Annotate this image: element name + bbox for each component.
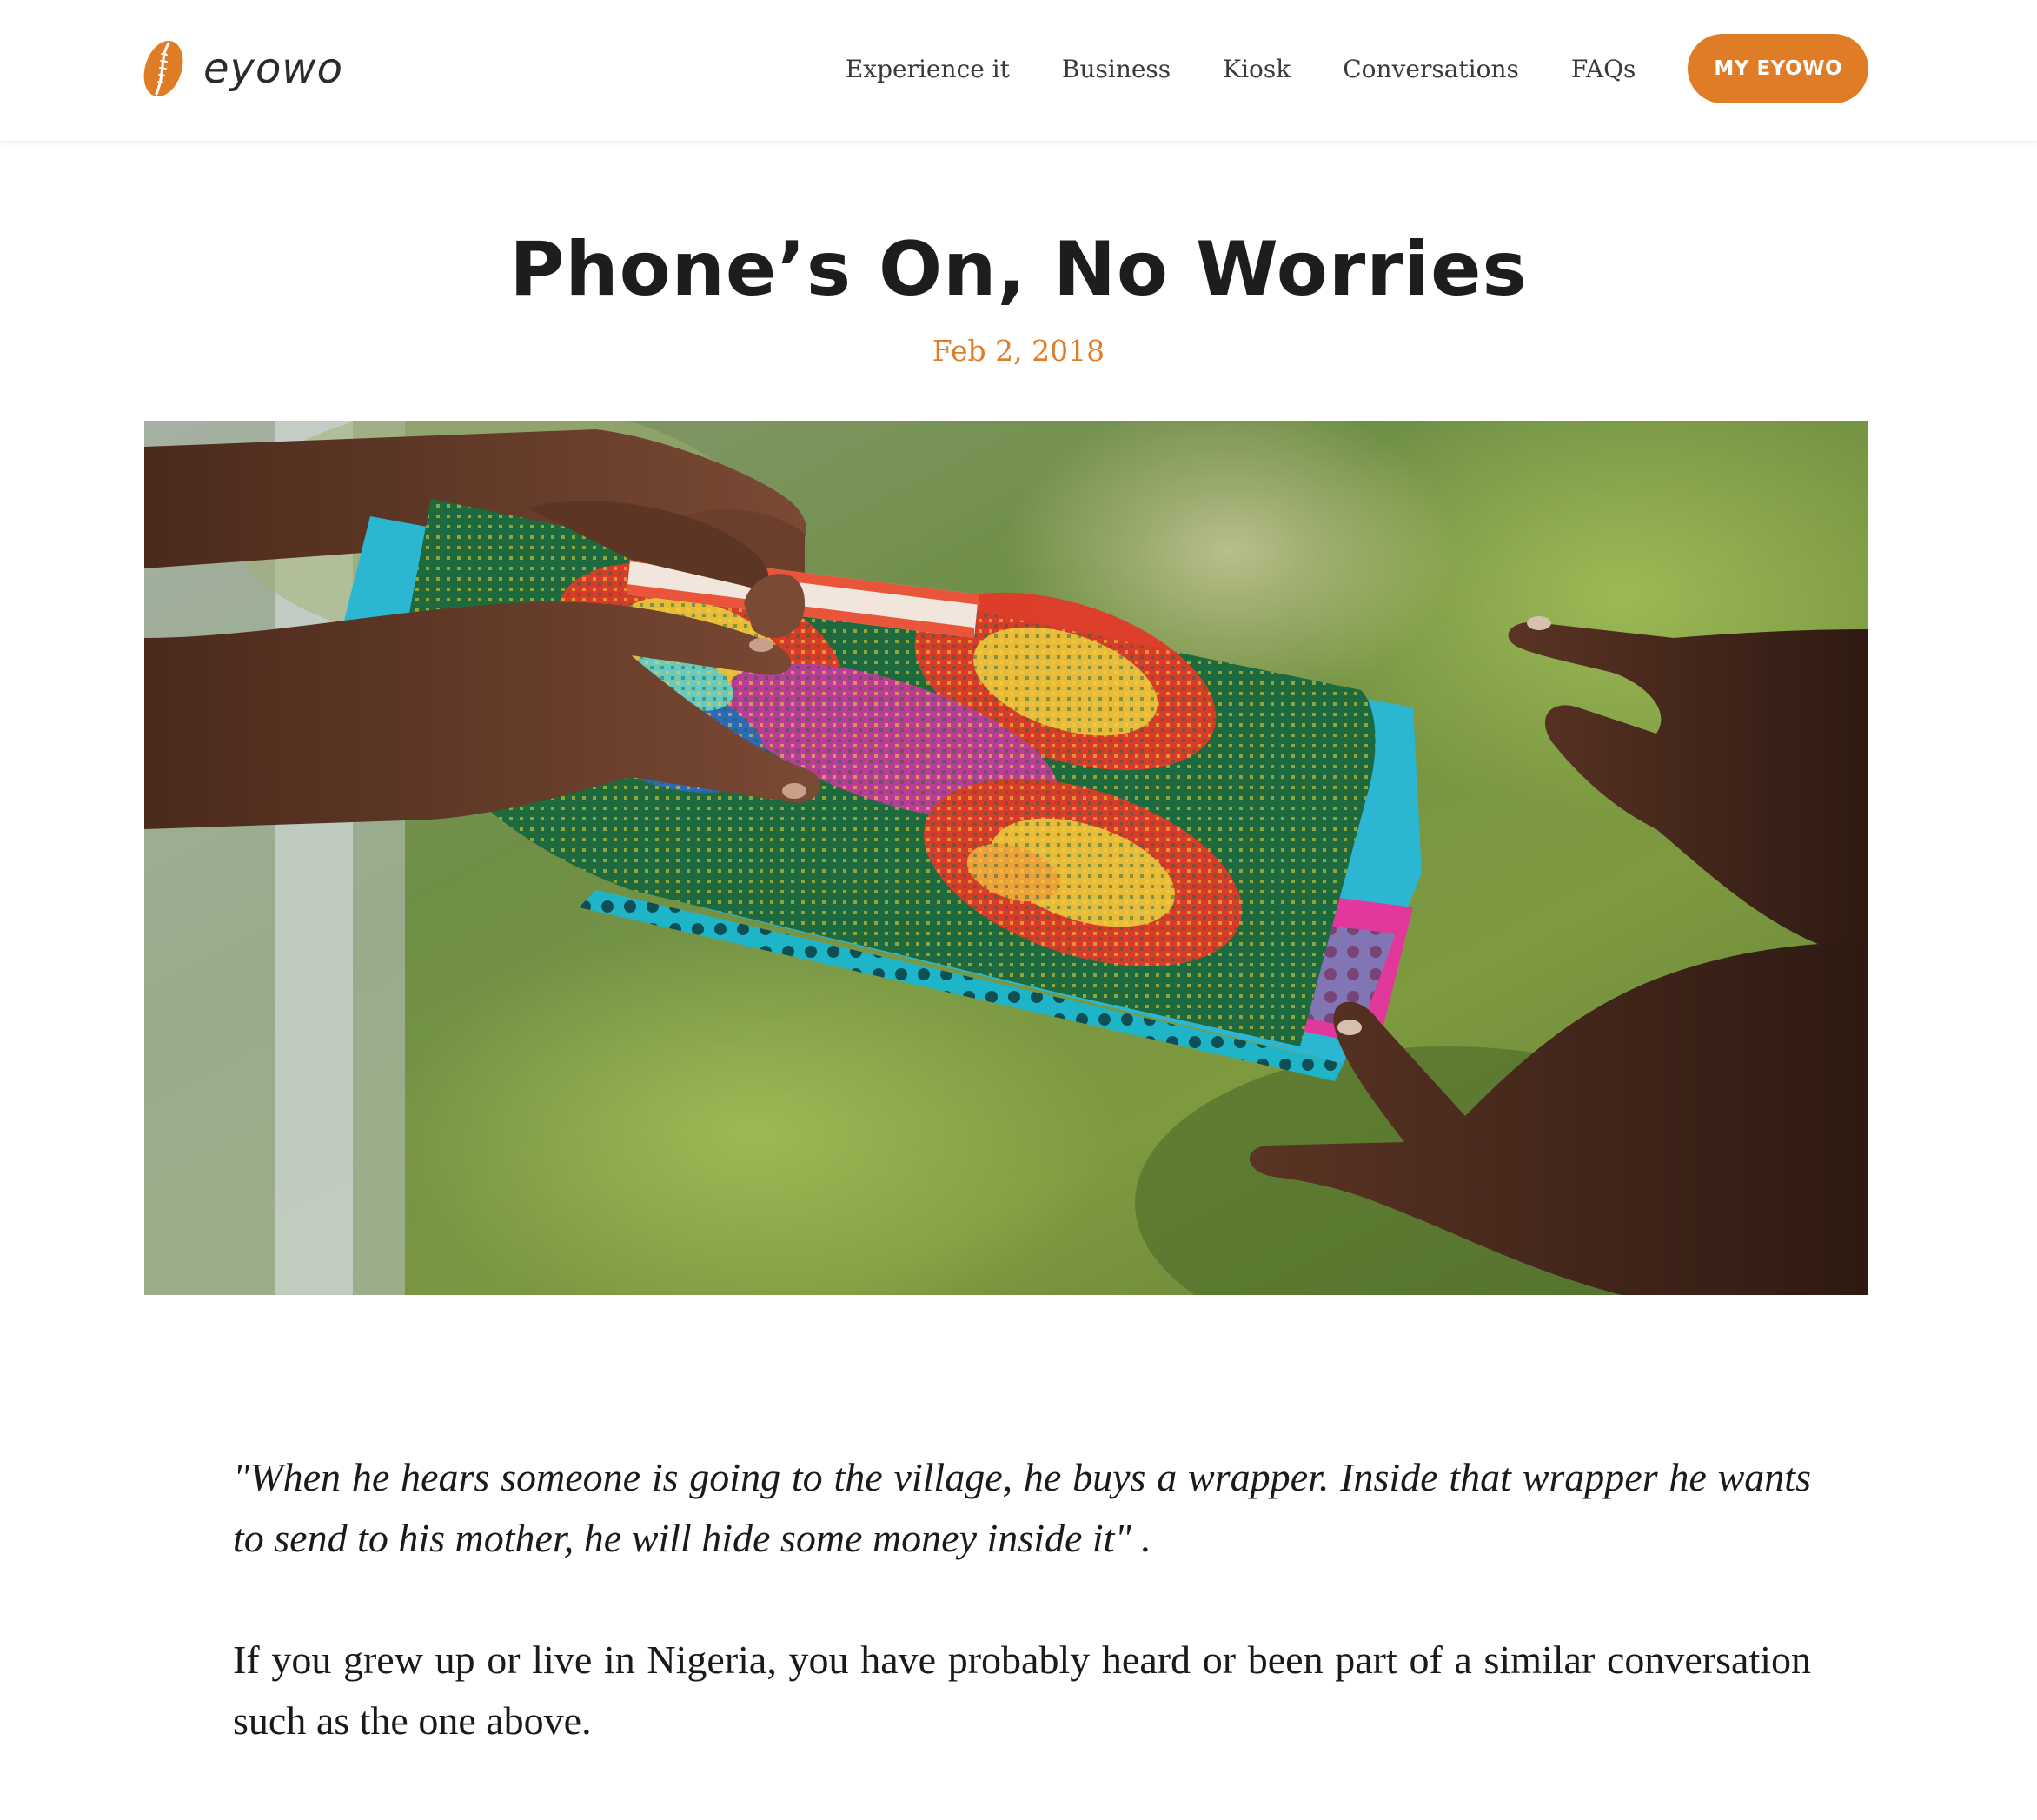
nav-item-kiosk[interactable]: Kiosk [1223, 55, 1291, 83]
hero-illustration [144, 421, 1868, 1295]
nav-item-faqs[interactable]: FAQs [1571, 55, 1636, 83]
main-nav: Experience it Business Kiosk Conversatio… [846, 33, 1868, 104]
logo-wordmark: eyowo [203, 44, 343, 93]
nav-item-business[interactable]: Business [1062, 55, 1171, 83]
article-quote: "When he hears someone is going to the v… [233, 1455, 1811, 1560]
nav-item-conversations[interactable]: Conversations [1343, 55, 1519, 83]
article-paragraph: If you grew up or live in Nigeria, you h… [233, 1637, 1811, 1743]
post-title: Phone’s On, No Worries [509, 226, 1528, 313]
site-logo[interactable]: eyowo [143, 38, 343, 99]
hero-image [144, 421, 1868, 1295]
nav-item-experience-it[interactable]: Experience it [846, 55, 1010, 83]
article-body: "When he hears someone is going to the v… [233, 1447, 1811, 1751]
post-date: Feb 2, 2018 [932, 334, 1105, 368]
cowrie-shell-icon [143, 40, 183, 97]
my-eyowo-button[interactable]: MY EYOWO [1688, 34, 1868, 103]
site-header: eyowo Experience it Business Kiosk Conve… [0, 0, 2037, 142]
